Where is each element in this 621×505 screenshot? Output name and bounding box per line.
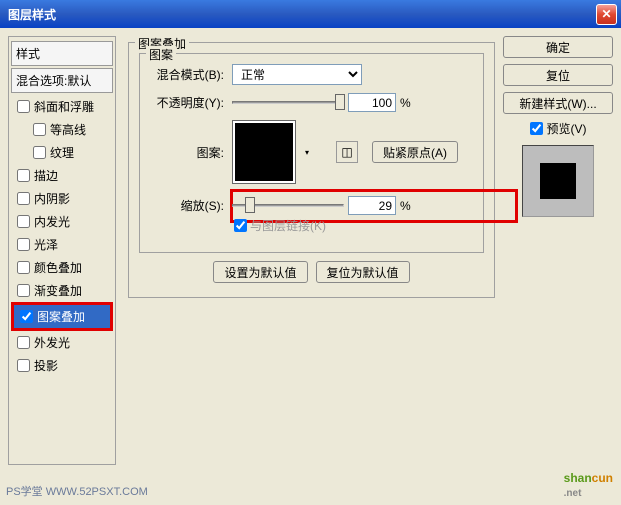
watermark-psxt: PS学堂 WWW.52PSXT.COM (6, 483, 148, 499)
styles-header[interactable]: 样式 (11, 41, 113, 66)
reset-default-button[interactable]: 复位为默认值 (316, 261, 410, 283)
set-default-button[interactable]: 设置为默认值 (213, 261, 307, 283)
window-title: 图层样式 (8, 6, 596, 23)
pattern-swatch[interactable] (232, 120, 296, 184)
scale-input[interactable] (348, 196, 396, 215)
style-label-10: 外发光 (34, 334, 70, 351)
blend-mode-select[interactable]: 正常 (232, 64, 362, 85)
opacity-unit: % (400, 96, 411, 110)
style-checkbox-11[interactable] (17, 359, 30, 372)
style-checkbox-8[interactable] (17, 284, 30, 297)
style-item-4[interactable]: 内阴影 (11, 187, 113, 210)
inner-title: 图案 (146, 46, 176, 63)
style-item-6[interactable]: 光泽 (11, 233, 113, 256)
preview-checkbox[interactable]: 预览(V) (503, 120, 613, 137)
style-checkbox-10[interactable] (17, 336, 30, 349)
style-label-6: 光泽 (34, 236, 58, 253)
opacity-label: 不透明度(Y): (148, 94, 228, 111)
style-label-5: 内发光 (34, 213, 70, 230)
style-label-2: 纹理 (50, 144, 74, 161)
new-style-button[interactable]: 新建样式(W)... (503, 92, 613, 114)
style-item-11[interactable]: 投影 (11, 354, 113, 377)
style-item-7[interactable]: 颜色叠加 (11, 256, 113, 279)
style-item-5[interactable]: 内发光 (11, 210, 113, 233)
snap-origin-button[interactable]: 贴紧原点(A) (372, 141, 458, 163)
scale-unit: % (400, 199, 411, 213)
style-checkbox-4[interactable] (17, 192, 30, 205)
style-label-1: 等高线 (50, 121, 86, 138)
opacity-slider[interactable] (232, 101, 344, 104)
preview-swatch (540, 163, 576, 199)
titlebar: 图层样式 ✕ (0, 0, 621, 28)
style-item-10[interactable]: 外发光 (11, 331, 113, 354)
ok-button[interactable]: 确定 (503, 36, 613, 58)
style-label-9: 图案叠加 (37, 308, 85, 325)
style-checkbox-3[interactable] (17, 169, 30, 182)
scale-thumb[interactable] (245, 197, 255, 213)
opacity-input[interactable] (348, 93, 396, 112)
style-checkbox-6[interactable] (17, 238, 30, 251)
style-label-0: 斜面和浮雕 (34, 98, 94, 115)
style-item-8[interactable]: 渐变叠加 (11, 279, 113, 302)
options-panel: 图案叠加 图案 混合模式(B): 正常 不透明度(Y): % (124, 36, 495, 465)
style-checkbox-0[interactable] (17, 100, 30, 113)
pattern-label: 图案: (148, 144, 228, 161)
pattern-dropdown-icon[interactable]: ▾ (300, 145, 314, 159)
style-checkbox-5[interactable] (17, 215, 30, 228)
opacity-thumb[interactable] (335, 94, 345, 110)
style-label-3: 描边 (34, 167, 58, 184)
style-item-2[interactable]: 纹理 (11, 141, 113, 164)
style-item-0[interactable]: 斜面和浮雕 (11, 95, 113, 118)
style-item-9[interactable]: 图案叠加 (14, 305, 110, 328)
style-label-4: 内阴影 (34, 190, 70, 207)
style-checkbox-1[interactable] (33, 123, 46, 136)
preview-box (522, 145, 594, 217)
style-item-1[interactable]: 等高线 (11, 118, 113, 141)
style-checkbox-9[interactable] (20, 310, 33, 323)
styles-panel: 样式 混合选项:默认 斜面和浮雕等高线纹理描边内阴影内发光光泽颜色叠加渐变叠加图… (8, 36, 116, 465)
close-button[interactable]: ✕ (596, 4, 617, 25)
close-icon: ✕ (601, 7, 611, 21)
link-layer-checkbox[interactable]: 与图层链接(K) (234, 217, 326, 234)
action-panel: 确定 复位 新建样式(W)... 预览(V) (503, 36, 613, 465)
scale-slider[interactable] (232, 204, 344, 207)
watermark-shancun: shancun .net (564, 465, 613, 499)
style-label-11: 投影 (34, 357, 58, 374)
style-item-3[interactable]: 描边 (11, 164, 113, 187)
style-checkbox-7[interactable] (17, 261, 30, 274)
new-preset-button[interactable]: ◫ (336, 141, 358, 163)
reset-button[interactable]: 复位 (503, 64, 613, 86)
style-label-8: 渐变叠加 (34, 282, 82, 299)
scale-label: 缩放(S): (148, 197, 228, 214)
new-preset-icon: ◫ (341, 145, 352, 159)
style-label-7: 颜色叠加 (34, 259, 82, 276)
style-checkbox-2[interactable] (33, 146, 46, 159)
highlight-pattern-overlay: 图案叠加 (11, 302, 113, 331)
blend-mode-label: 混合模式(B): (148, 66, 228, 83)
blend-defaults[interactable]: 混合选项:默认 (11, 68, 113, 93)
